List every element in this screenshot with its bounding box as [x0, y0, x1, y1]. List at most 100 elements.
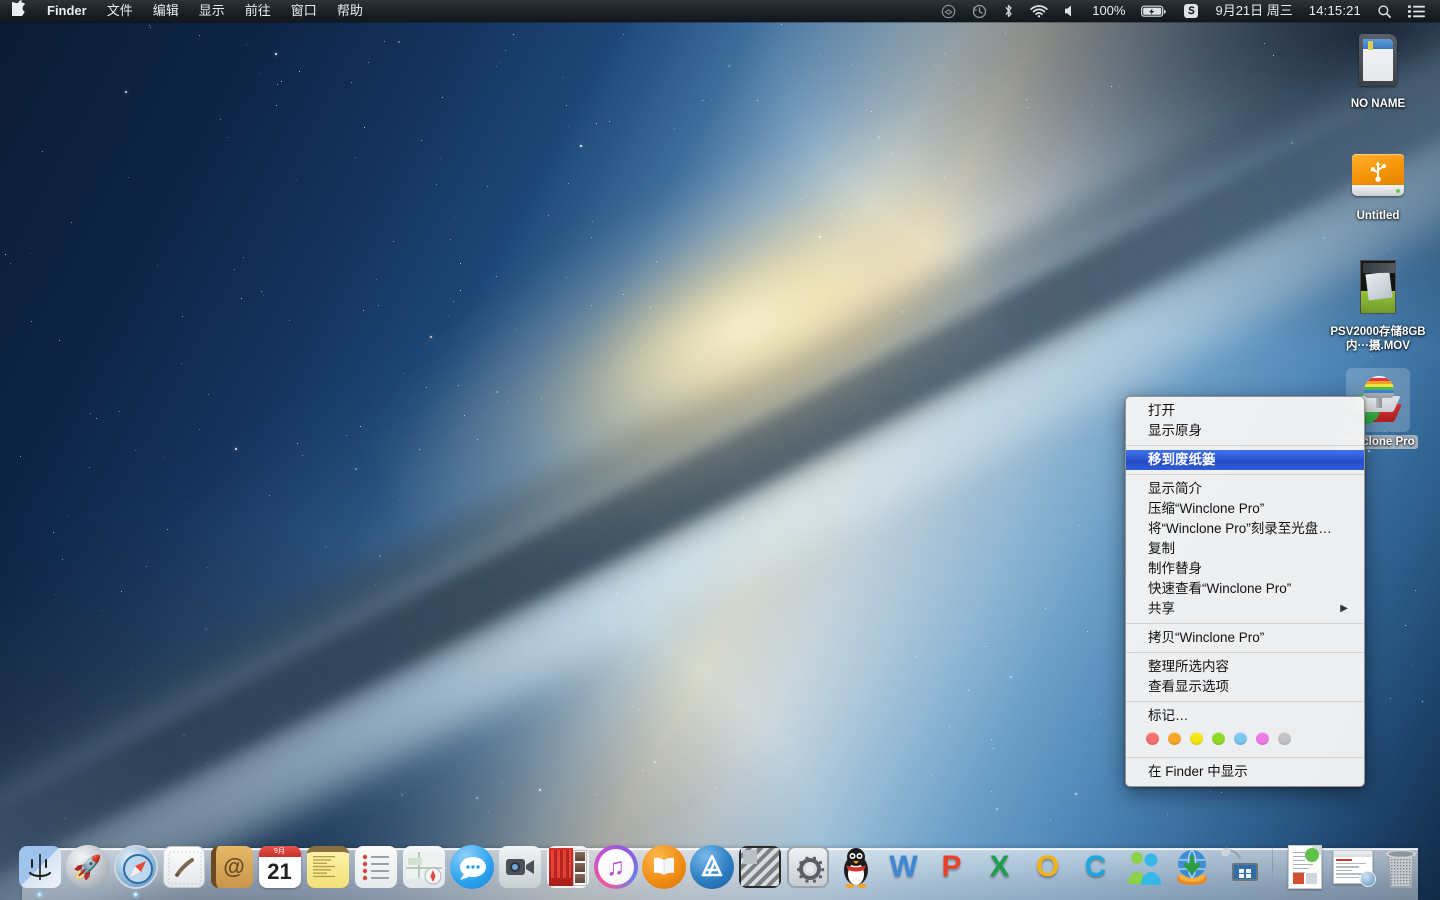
- dock-item-document[interactable]: [1281, 837, 1329, 897]
- context-menu[interactable]: 打开 显示原身移到废纸篓显示简介 压缩“Winclone Pro” 将“Winclon…: [1125, 396, 1365, 787]
- apple-logo-icon[interactable]: [0, 0, 37, 22]
- dock-item-iphoto[interactable]: [736, 837, 784, 897]
- dock-item-web-page[interactable]: [1329, 837, 1377, 897]
- dock-item-contacts[interactable]: @: [208, 837, 256, 897]
- sogou-input-icon[interactable]: [1175, 0, 1207, 22]
- dock-item-maps[interactable]: [400, 837, 448, 897]
- dock-item-microsoft-excel[interactable]: X: [976, 837, 1024, 897]
- mail-icon: [161, 844, 207, 890]
- dock-item-notes[interactable]: [304, 837, 352, 897]
- tag-color-dot[interactable]: [1256, 732, 1269, 745]
- tag-color-dot[interactable]: [1234, 732, 1247, 745]
- bluetooth-icon[interactable]: [995, 0, 1022, 22]
- wifi-icon[interactable]: [1022, 0, 1056, 22]
- context-menu-item[interactable]: 打开: [1126, 401, 1364, 421]
- chevron-right-icon: ▶: [1340, 603, 1348, 614]
- battery-percent-label[interactable]: 100%: [1084, 0, 1133, 22]
- menu-item-view[interactable]: 显示: [189, 0, 235, 22]
- dock-item-safari[interactable]: [112, 837, 160, 897]
- context-menu-separator: [1126, 652, 1364, 653]
- battery-icon[interactable]: [1133, 0, 1175, 22]
- dock-item-ibooks[interactable]: [640, 837, 688, 897]
- context-menu-item-label: 制作替身: [1148, 561, 1202, 576]
- word-icon: C: [1084, 850, 1107, 883]
- menu-app-name[interactable]: Finder: [37, 0, 97, 22]
- finder-icon: [17, 844, 63, 890]
- time-machine-icon[interactable]: [964, 0, 995, 22]
- dock-item-msn-messenger[interactable]: [1120, 837, 1168, 897]
- menu-item-file[interactable]: 文件: [97, 0, 143, 22]
- dock-item-remote-desktop[interactable]: [1216, 837, 1264, 897]
- dock-item-calendar[interactable]: 9月 21: [256, 837, 304, 897]
- desktop-icon-sd-card[interactable]: NO NAME: [1323, 30, 1433, 111]
- dock-item-microsoft-word[interactable]: C: [1072, 837, 1120, 897]
- context-menu-item[interactable]: 制作替身: [1126, 559, 1364, 579]
- dock-item-launchpad[interactable]: 🚀: [64, 837, 112, 897]
- desktop-icon-movie-file[interactable]: PSV2000存储8GB内···摄.MOV: [1323, 258, 1433, 353]
- menu-item-help[interactable]: 帮助: [327, 0, 373, 22]
- menu-item-window[interactable]: 窗口: [281, 0, 327, 22]
- search-icon[interactable]: [1369, 0, 1400, 22]
- context-menu-item[interactable]: 显示原身: [1126, 421, 1364, 441]
- menu-bar-status-area: 100% 9月21日 周三 14:15:21: [933, 0, 1440, 22]
- context-menu-item-label: 整理所选内容: [1148, 659, 1229, 674]
- volume-icon[interactable]: [1056, 0, 1084, 22]
- context-menu-item[interactable]: 拷贝“Winclone Pro”: [1126, 628, 1364, 648]
- context-menu-item[interactable]: 快速查看“Winclone Pro”: [1126, 579, 1364, 599]
- context-menu-item[interactable]: 显示简介: [1126, 479, 1364, 499]
- dock-running-indicator: [661, 892, 666, 897]
- dock-running-indicator: [853, 892, 858, 897]
- context-menu-item[interactable]: 复制: [1126, 539, 1364, 559]
- tag-color-dot[interactable]: [1190, 732, 1203, 745]
- context-menu-item[interactable]: 移到废纸篓: [1126, 450, 1364, 470]
- menu-item-go[interactable]: 前往: [235, 0, 281, 22]
- dock-running-indicator: [181, 892, 186, 897]
- dock-item-wps-writer[interactable]: W: [880, 837, 928, 897]
- dropbox-icon[interactable]: [933, 0, 964, 22]
- desktop-icon-label: NO NAME: [1350, 98, 1406, 110]
- dock-item-wps-presentation[interactable]: P: [928, 837, 976, 897]
- download-globe-icon: [1169, 844, 1215, 890]
- safari-icon: [113, 844, 159, 890]
- context-menu-item[interactable]: 共享 ▶: [1126, 599, 1364, 619]
- context-menu-item[interactable]: 查看显示选项: [1126, 677, 1364, 697]
- desktop-icon-usb-drive[interactable]: Untitled: [1323, 142, 1433, 223]
- tag-color-dot[interactable]: [1146, 732, 1159, 745]
- dock-item-trash[interactable]: [1377, 837, 1425, 897]
- excel-icon: X: [989, 850, 1010, 883]
- context-menu-separator: [1126, 474, 1364, 475]
- dock-item-reminders[interactable]: [352, 837, 400, 897]
- tag-color-dot[interactable]: [1278, 732, 1291, 745]
- dock-item-messages[interactable]: [448, 837, 496, 897]
- dock-running-indicator: [997, 892, 1002, 897]
- notification-center-icon[interactable]: [1400, 0, 1434, 22]
- dock-item-download-manager[interactable]: [1168, 837, 1216, 897]
- launchpad-icon: 🚀: [65, 844, 111, 890]
- context-menu-item[interactable]: 在 Finder 中显示: [1126, 762, 1364, 782]
- tag-color-swatches[interactable]: [1126, 726, 1364, 753]
- dock-item-microsoft-outlook[interactable]: O: [1024, 837, 1072, 897]
- dock-item-app-store[interactable]: [688, 837, 736, 897]
- dock-item-facetime[interactable]: [496, 837, 544, 897]
- context-menu-item-label: 在 Finder 中显示: [1148, 764, 1248, 779]
- context-menu-item[interactable]: 标记…: [1126, 706, 1364, 726]
- tag-color-dot[interactable]: [1168, 732, 1181, 745]
- dock-running-indicator: [1302, 892, 1307, 897]
- menubar-clock[interactable]: 14:15:21: [1301, 0, 1369, 22]
- context-menu-item-label: 复制: [1148, 541, 1175, 556]
- photo-booth-icon: [545, 844, 591, 890]
- dock-item-photo-booth[interactable]: [544, 837, 592, 897]
- dock-item-mail[interactable]: [160, 837, 208, 897]
- context-menu-item[interactable]: 压缩“Winclone Pro”: [1126, 499, 1364, 519]
- tag-color-dot[interactable]: [1212, 732, 1225, 745]
- menu-item-edit[interactable]: 编辑: [143, 0, 189, 22]
- dock-item-itunes[interactable]: ♫: [592, 837, 640, 897]
- context-menu-item[interactable]: 将“Winclone Pro”刻录至光盘…: [1126, 519, 1364, 539]
- context-menu-item-label: 共享: [1148, 601, 1175, 616]
- menubar-date[interactable]: 9月21日 周三: [1207, 0, 1300, 22]
- document-file-icon: [1282, 844, 1328, 890]
- context-menu-item[interactable]: 整理所选内容: [1126, 657, 1364, 677]
- dock-item-system-preferences[interactable]: [784, 837, 832, 897]
- dock-item-finder[interactable]: [16, 837, 64, 897]
- dock-item-qq[interactable]: [832, 837, 880, 897]
